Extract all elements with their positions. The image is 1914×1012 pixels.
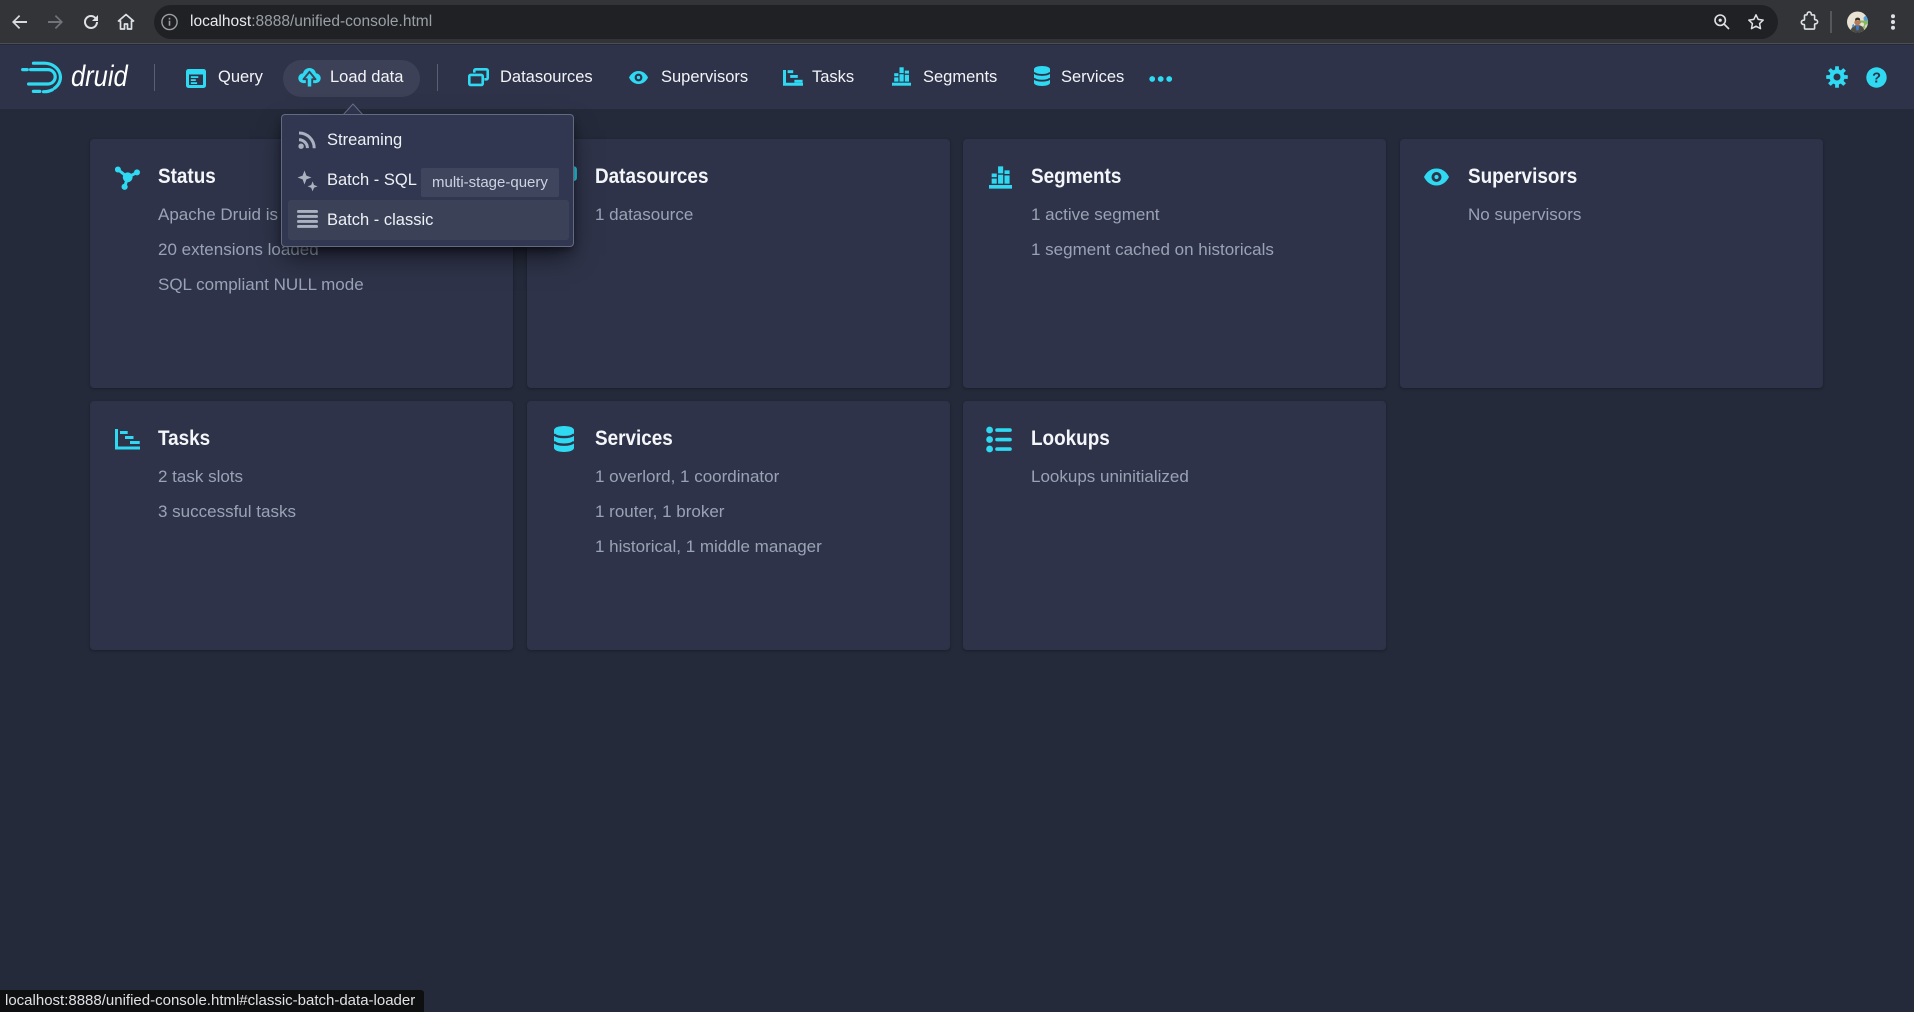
- svg-text:?: ?: [1872, 71, 1881, 87]
